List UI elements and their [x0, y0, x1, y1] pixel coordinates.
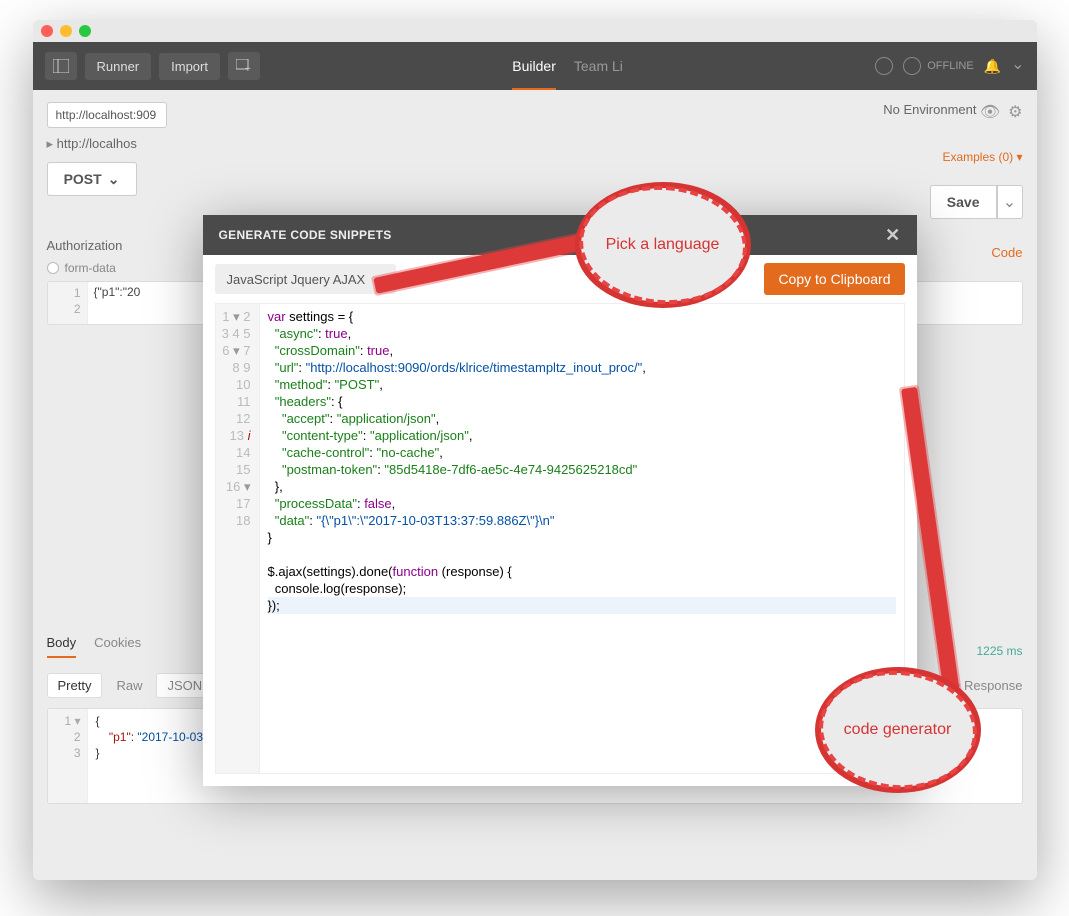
chevron-down-icon: ⌄ — [108, 171, 120, 188]
tab-team[interactable]: Team Li — [574, 58, 623, 74]
response-time: 1225 ms — [976, 644, 1022, 658]
resp-gutter: 1 ▾23 — [48, 709, 88, 803]
tab-authorization[interactable]: Authorization — [47, 238, 123, 253]
sidebar-toggle-icon[interactable] — [45, 52, 77, 80]
max-window-dot[interactable] — [79, 25, 91, 37]
settings-gear-icon[interactable]: ⚙ — [1008, 102, 1022, 122]
main-content: http://localhost:909 No Environment 👁 ⚙ … — [33, 90, 1037, 880]
formdata-label: form-data — [65, 261, 116, 275]
url-tab[interactable]: http://localhost:909 — [47, 102, 167, 128]
generated-code[interactable]: 1 ▾ 2 3 4 5 6 ▾ 7 8 9 10 11 12 13 i 14 1… — [215, 303, 905, 774]
preview-eye-icon[interactable]: 👁 — [980, 102, 1000, 122]
tab-builder[interactable]: Builder — [512, 58, 556, 90]
top-toolbar: Runner Import + Builder Team Li OFFLINE — [33, 42, 1037, 90]
save-caret-button[interactable]: ⌄ — [997, 185, 1023, 219]
account-chevron-icon[interactable] — [1011, 56, 1024, 76]
language-picker[interactable]: JavaScript Jquery AJAX ⌄ — [215, 264, 397, 294]
new-tab-icon[interactable]: + — [228, 52, 260, 80]
view-pretty[interactable]: Pretty — [47, 673, 103, 698]
offline-label: OFFLINE — [927, 60, 973, 72]
app-window: Runner Import + Builder Team Li OFFLINE … — [33, 20, 1037, 880]
save-button[interactable]: Save — [930, 185, 997, 219]
formdata-radio[interactable] — [47, 262, 59, 274]
runner-button[interactable]: Runner — [85, 53, 152, 80]
view-raw[interactable]: Raw — [116, 678, 142, 693]
generate-code-link[interactable]: Code — [991, 245, 1022, 260]
annotation-bubble-code-gen: code generator — [823, 675, 973, 785]
examples-link[interactable]: Examples (0) ▾ — [942, 150, 1022, 164]
import-button[interactable]: Import — [159, 53, 220, 80]
modal-title: GENERATE CODE SNIPPETS — [219, 228, 392, 242]
svg-text:+: + — [245, 64, 251, 73]
breadcrumb[interactable]: http://localhos — [47, 136, 1023, 152]
mac-titlebar — [33, 20, 1037, 42]
close-window-dot[interactable] — [41, 25, 53, 37]
resp-tab-cookies[interactable]: Cookies — [94, 635, 141, 658]
bell-icon[interactable] — [984, 58, 1001, 75]
copy-clipboard-button[interactable]: Copy to Clipboard — [764, 263, 904, 295]
resp-tab-body[interactable]: Body — [47, 635, 77, 658]
breadcrumb-label: http://localhos — [57, 136, 137, 151]
code-snippet-modal: GENERATE CODE SNIPPETS ✕ JavaScript Jque… — [203, 215, 917, 786]
environment-select[interactable]: No Environment — [883, 102, 976, 117]
http-method-select[interactable]: POST ⌄ — [47, 162, 137, 196]
radar-icon — [903, 57, 921, 75]
code-lines: var settings = { "async": true, "crossDo… — [260, 304, 904, 773]
min-window-dot[interactable] — [60, 25, 72, 37]
close-icon[interactable]: ✕ — [885, 225, 900, 246]
language-label: JavaScript Jquery AJAX — [227, 272, 366, 287]
method-label: POST — [64, 171, 102, 187]
offline-badge: OFFLINE — [903, 57, 973, 75]
annotation-bubble-language: Pick a language — [583, 190, 743, 300]
code-gutter: 1 ▾ 2 3 4 5 6 ▾ 7 8 9 10 11 12 13 i 14 1… — [216, 304, 260, 773]
body-gutter: 12 — [48, 282, 88, 324]
sync-icon[interactable] — [875, 57, 893, 75]
